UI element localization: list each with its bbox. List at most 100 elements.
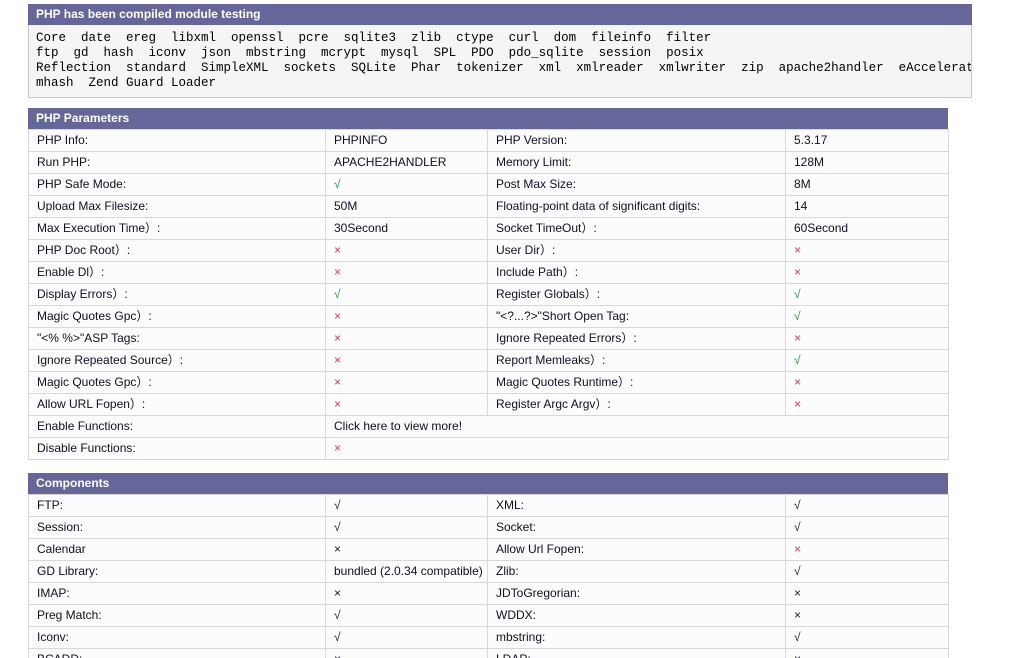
- cross-mark: ×: [326, 350, 488, 372]
- param-label: Enable Dl）:: [29, 262, 326, 284]
- table-row: Allow URL Fopen）:×Register Argc Argv）:×: [29, 394, 949, 416]
- cross-mark: ×: [326, 262, 488, 284]
- modules-section-header: PHP has been compiled module testing: [28, 4, 972, 25]
- table-row: Iconv:√mbstring:√: [29, 627, 949, 649]
- cross-mark: ×: [326, 372, 488, 394]
- table-row: FTP:√XML:√: [29, 495, 949, 517]
- table-row: BCADD:×LDAP:×: [29, 649, 949, 658]
- cross-mark: ×: [786, 649, 949, 658]
- check-mark: √: [786, 561, 949, 583]
- param-label: PHP Doc Root）:: [29, 240, 326, 262]
- table-row: "<% %>"ASP Tags:×Ignore Repeated Errors）…: [29, 328, 949, 350]
- param-label: Allow URL Fopen）:: [29, 394, 326, 416]
- param-label: GD Library:: [29, 561, 326, 583]
- parameters-section-header: PHP Parameters: [28, 108, 948, 129]
- param-value: 14: [786, 196, 949, 218]
- param-label: Iconv:: [29, 627, 326, 649]
- param-label: Magic Quotes Gpc）:: [29, 372, 326, 394]
- param-label: Upload Max Filesize:: [29, 196, 326, 218]
- param-label: WDDX:: [488, 605, 786, 627]
- param-label: Socket:: [488, 517, 786, 539]
- cross-mark: ×: [326, 438, 949, 460]
- view-more-link[interactable]: Click here to view more!: [326, 416, 949, 438]
- param-value: 128M: [786, 152, 949, 174]
- table-row: Run PHP:APACHE2HANDLERMemory Limit:128M: [29, 152, 949, 174]
- param-label: Disable Functions:: [29, 438, 326, 460]
- param-label: Allow Url Fopen:: [488, 539, 786, 561]
- cross-mark: ×: [786, 605, 949, 627]
- components-section-header: Components: [28, 473, 948, 494]
- param-label: Calendar: [29, 539, 326, 561]
- check-mark: √: [326, 174, 488, 196]
- table-row: Upload Max Filesize:50MFloating-point da…: [29, 196, 949, 218]
- table-row: PHP Safe Mode:√Post Max Size:8M: [29, 174, 949, 196]
- param-label: Preg Match:: [29, 605, 326, 627]
- cross-mark: ×: [786, 372, 949, 394]
- param-label: User Dir）:: [488, 240, 786, 262]
- check-mark: √: [326, 284, 488, 306]
- param-label: PHP Safe Mode:: [29, 174, 326, 196]
- table-row: Session:√Socket:√: [29, 517, 949, 539]
- param-label: BCADD:: [29, 649, 326, 658]
- param-label: Ignore Repeated Source）:: [29, 350, 326, 372]
- module-list: Core date ereg libxml openssl pcre sqlit…: [28, 25, 972, 98]
- table-row: Preg Match:√WDDX:×: [29, 605, 949, 627]
- check-mark: √: [786, 350, 949, 372]
- check-mark: √: [326, 605, 488, 627]
- table-row: Ignore Repeated Source）:×Report Memleaks…: [29, 350, 949, 372]
- table-row: Calendar×Allow Url Fopen:×: [29, 539, 949, 561]
- param-label: mbstring:: [488, 627, 786, 649]
- table-row: Magic Quotes Gpc）:×"<?...?>"Short Open T…: [29, 306, 949, 328]
- param-label: IMAP:: [29, 583, 326, 605]
- cross-mark: ×: [326, 649, 488, 658]
- table-row: Enable Functions:Click here to view more…: [29, 416, 949, 438]
- check-mark: √: [786, 495, 949, 517]
- param-value: APACHE2HANDLER: [326, 152, 488, 174]
- param-label: "<?...?>"Short Open Tag:: [488, 306, 786, 328]
- table-row: Max Execution Time）:30SecondSocket TimeO…: [29, 218, 949, 240]
- param-label: Run PHP:: [29, 152, 326, 174]
- cross-mark: ×: [326, 240, 488, 262]
- check-mark: √: [786, 284, 949, 306]
- param-label: Display Errors）:: [29, 284, 326, 306]
- check-mark: √: [786, 627, 949, 649]
- cross-mark: ×: [326, 583, 488, 605]
- param-label: Enable Functions:: [29, 416, 326, 438]
- table-row: IMAP:×JDToGregorian:×: [29, 583, 949, 605]
- param-value: 5.3.17: [786, 130, 949, 152]
- param-label: PHP Info:: [29, 130, 326, 152]
- param-value: 60Second: [786, 218, 949, 240]
- param-label: PHP Version:: [488, 130, 786, 152]
- param-label: Register Argc Argv）:: [488, 394, 786, 416]
- check-mark: √: [326, 517, 488, 539]
- param-label: Include Path）:: [488, 262, 786, 284]
- param-label: XML:: [488, 495, 786, 517]
- cross-mark: ×: [786, 240, 949, 262]
- param-value: 8M: [786, 174, 949, 196]
- parameters-table: PHP Info:PHPINFOPHP Version:5.3.17Run PH…: [28, 129, 949, 460]
- param-value: 50M: [326, 196, 488, 218]
- cross-mark: ×: [786, 328, 949, 350]
- parameters-section: PHP Parameters PHP Info:PHPINFOPHP Versi…: [28, 108, 948, 460]
- param-label: Register Globals）:: [488, 284, 786, 306]
- param-label: Max Execution Time）:: [29, 218, 326, 240]
- table-row: PHP Info:PHPINFOPHP Version:5.3.17: [29, 130, 949, 152]
- table-row: Enable Dl）:×Include Path）:×: [29, 262, 949, 284]
- cross-mark: ×: [326, 539, 488, 561]
- param-label: JDToGregorian:: [488, 583, 786, 605]
- param-label: Post Max Size:: [488, 174, 786, 196]
- check-mark: √: [326, 495, 488, 517]
- param-value: 30Second: [326, 218, 488, 240]
- check-mark: √: [326, 627, 488, 649]
- param-label: Report Memleaks）:: [488, 350, 786, 372]
- param-label: Session:: [29, 517, 326, 539]
- cross-mark: ×: [786, 583, 949, 605]
- param-label: Magic Quotes Gpc）:: [29, 306, 326, 328]
- param-label: "<% %>"ASP Tags:: [29, 328, 326, 350]
- cross-mark: ×: [326, 328, 488, 350]
- param-label: Ignore Repeated Errors）:: [488, 328, 786, 350]
- table-row: PHP Doc Root）:×User Dir）:×: [29, 240, 949, 262]
- table-row: GD Library:bundled (2.0.34 compatible)Zl…: [29, 561, 949, 583]
- param-value: PHPINFO: [326, 130, 488, 152]
- components-table: FTP:√XML:√Session:√Socket:√Calendar×Allo…: [28, 494, 949, 658]
